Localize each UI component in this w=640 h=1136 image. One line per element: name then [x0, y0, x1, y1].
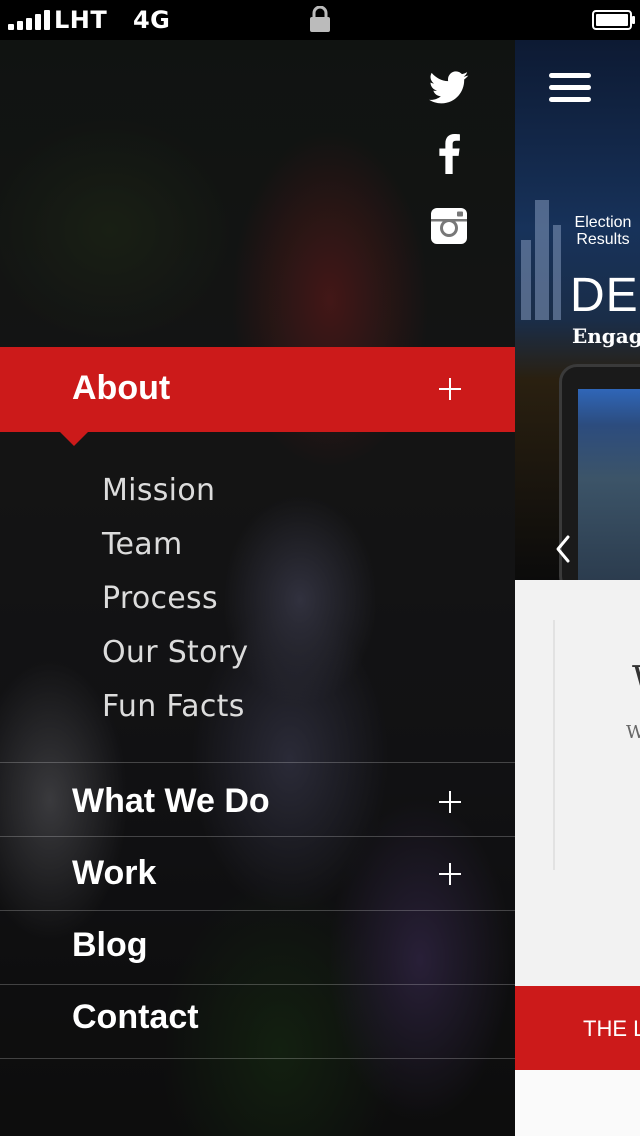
hero-subtitle: Engage [572, 324, 640, 348]
hamburger-menu-icon[interactable] [549, 73, 591, 103]
status-bar: LHT 4G [0, 0, 640, 40]
skyline-tower [535, 200, 549, 320]
submenu-item-mission[interactable]: Mission [102, 473, 215, 508]
plus-icon[interactable] [439, 863, 461, 885]
plus-icon[interactable] [439, 378, 461, 400]
intro-heading: W [632, 660, 640, 701]
decorative-paper [515, 620, 555, 870]
network-type: 4G [132, 6, 171, 34]
facebook-link[interactable] [420, 125, 478, 183]
hero-caption-line1: Election [574, 214, 632, 231]
menu-divider [0, 1058, 515, 1059]
menu-item-work-label: Work [72, 854, 157, 892]
carrier-name: LHT [54, 6, 108, 34]
menu-item-contact-label: Contact [72, 998, 199, 1036]
menu-item-what-we-do-label: What We Do [72, 782, 270, 820]
submenu-item-our-story[interactable]: Our Story [102, 635, 248, 670]
submenu-item-team[interactable]: Team [102, 527, 183, 562]
hero-title: DES [570, 269, 640, 322]
skyline-tower [553, 225, 561, 320]
menu-item-about[interactable]: About [0, 347, 515, 446]
submenu-item-process[interactable]: Process [102, 581, 218, 616]
hero-caption: Election Results [571, 214, 635, 248]
menu-divider [0, 984, 515, 985]
menu-item-blog-label: Blog [72, 926, 148, 964]
cta-text: THE L [583, 1016, 640, 1041]
active-notch [60, 432, 88, 446]
skyline-tower [521, 240, 531, 320]
menu-item-about-label: About [72, 369, 171, 407]
plus-icon[interactable] [439, 791, 461, 813]
menu-divider [0, 762, 515, 763]
battery-icon [592, 10, 635, 30]
submenu-item-fun-facts[interactable]: Fun Facts [102, 689, 245, 724]
content-bottom [515, 1070, 640, 1136]
lock-icon [310, 6, 330, 32]
menu-divider [0, 836, 515, 837]
twitter-link[interactable] [420, 59, 478, 117]
menu-divider [0, 910, 515, 911]
instagram-icon [431, 208, 467, 244]
intro-subheading: W [626, 722, 640, 743]
content-panel-peek[interactable]: Election Results DES Engage W W THE L [515, 40, 640, 1136]
chevron-left-icon[interactable] [553, 534, 573, 564]
twitter-icon [429, 71, 469, 104]
hero-caption-line2: Results [576, 231, 630, 248]
instagram-link[interactable] [420, 197, 478, 255]
facebook-icon [439, 134, 460, 174]
tablet-screen [578, 389, 640, 589]
carrier-label: LHT 4G [54, 6, 170, 34]
